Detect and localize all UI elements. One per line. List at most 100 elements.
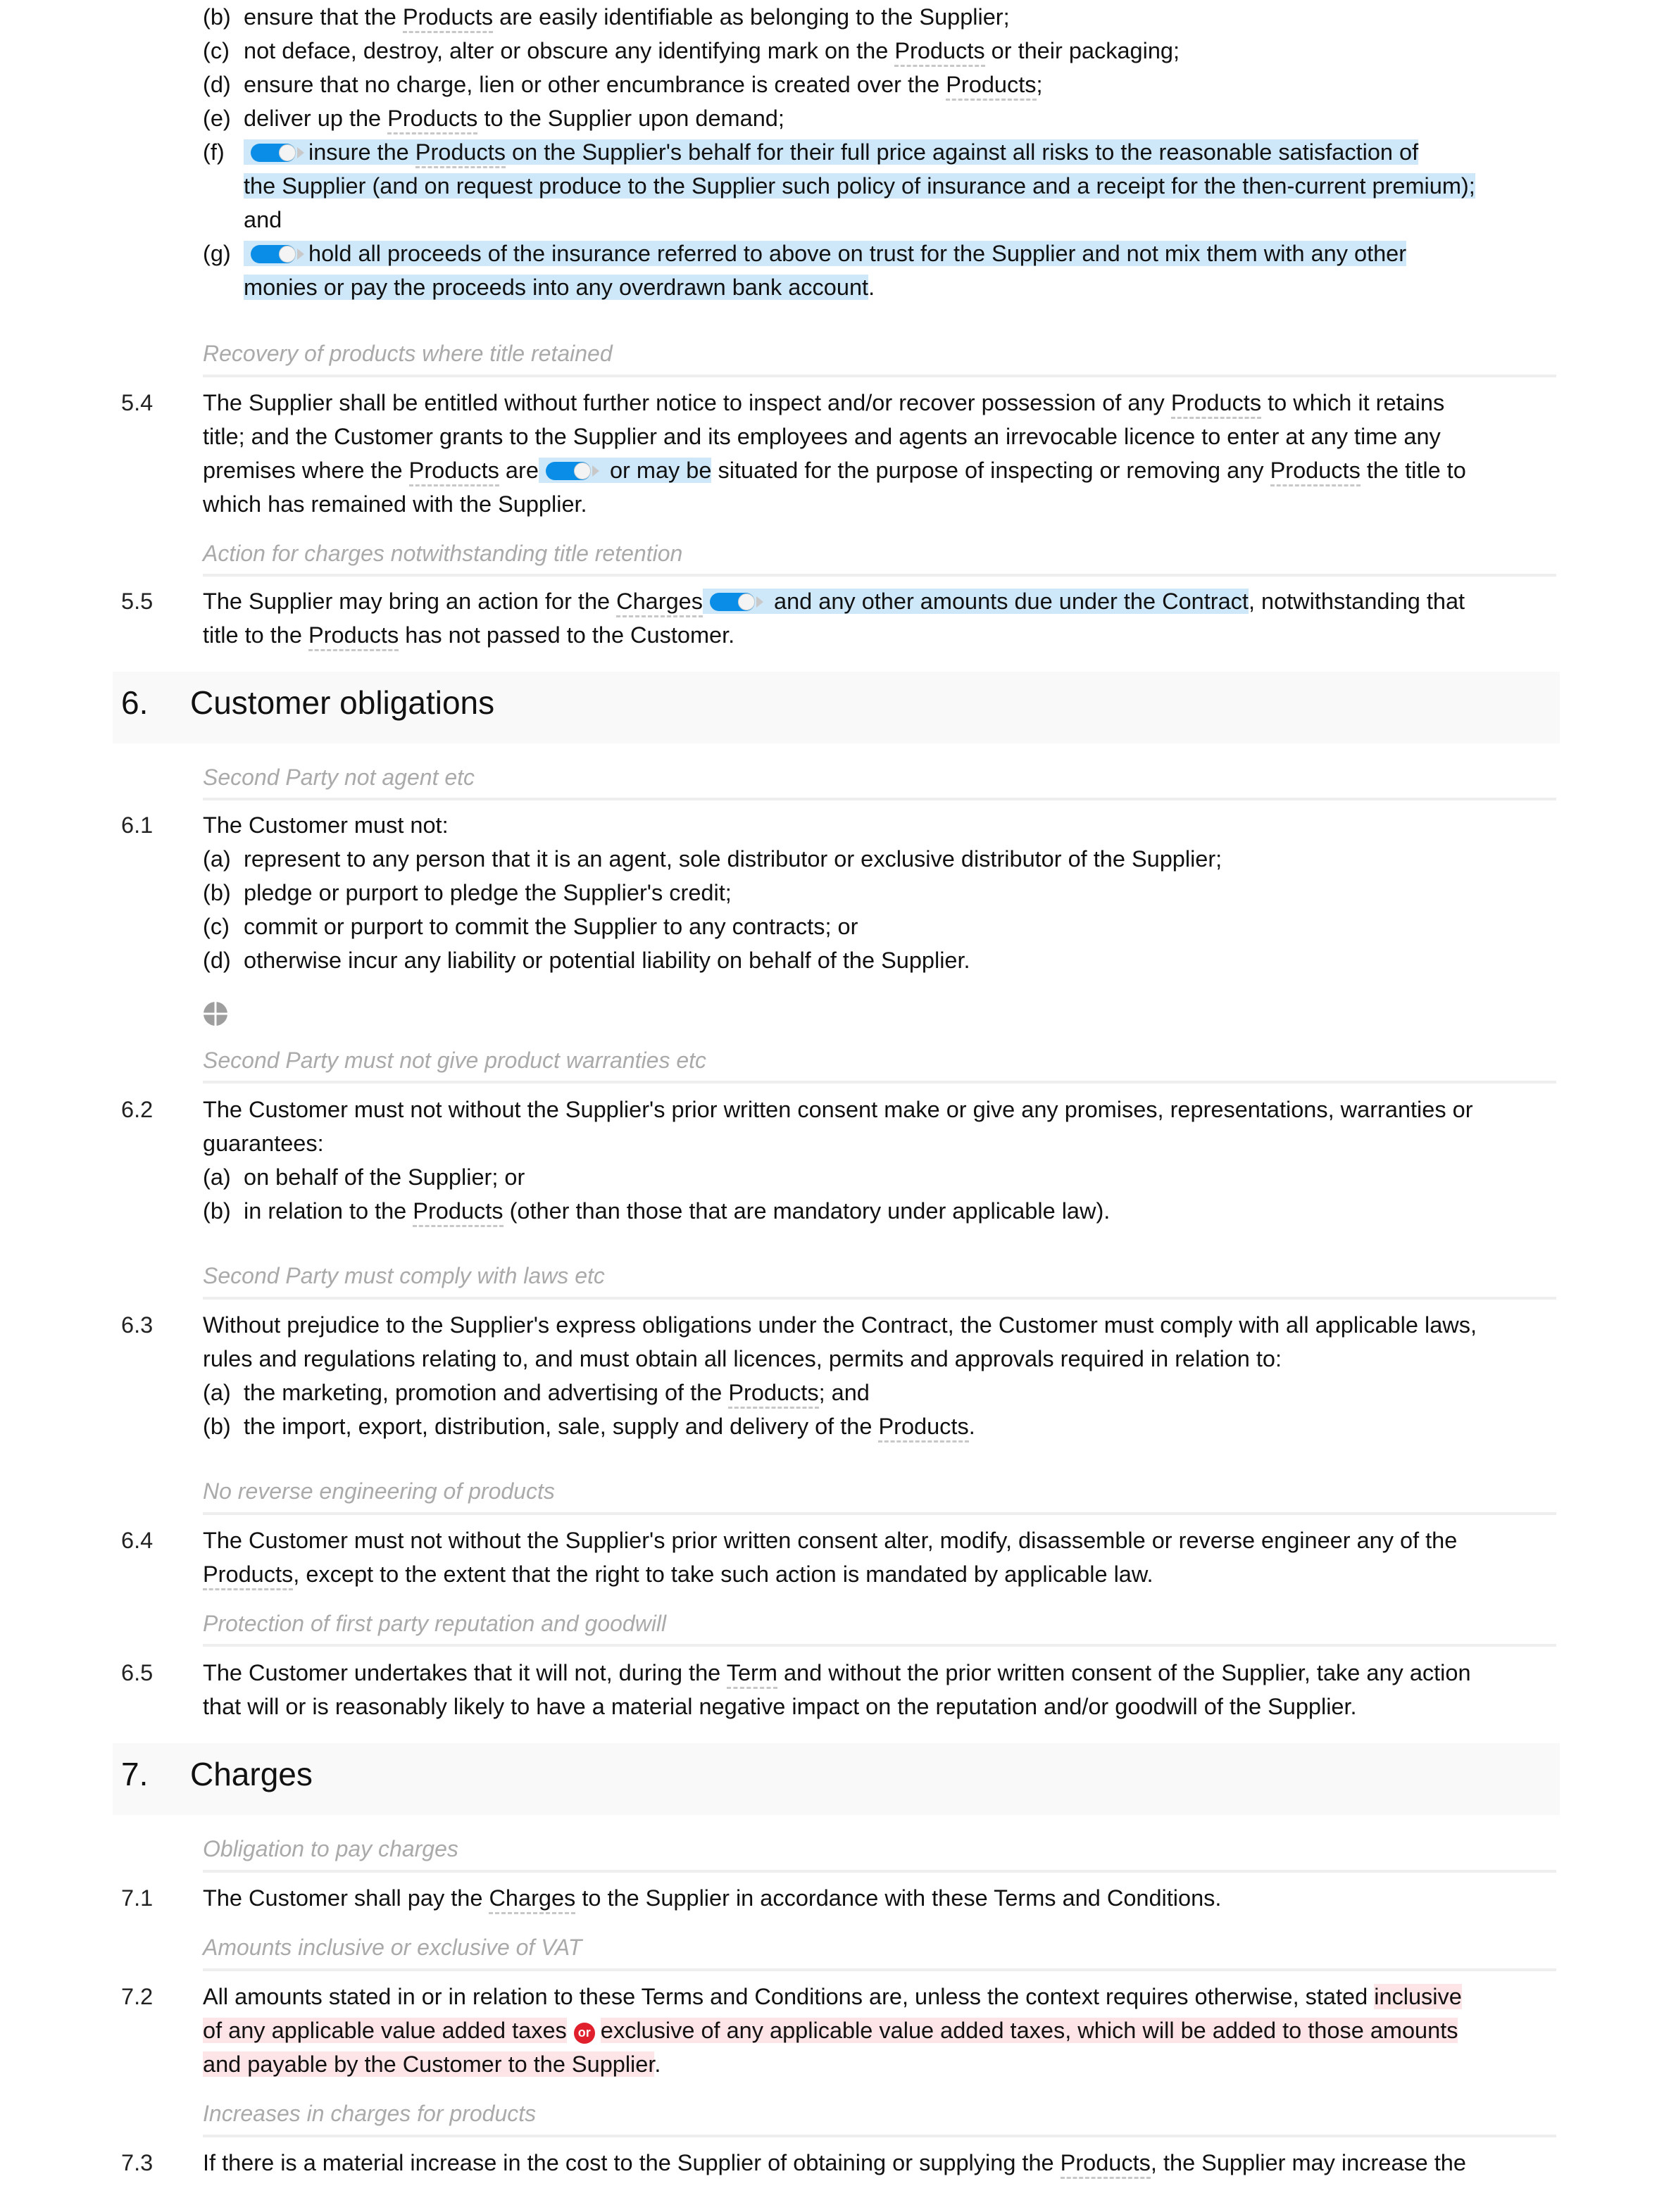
optional-text: and any other amounts due under the Cont… bbox=[702, 589, 1249, 614]
divider bbox=[203, 1512, 1556, 1515]
clause-number: 7.1 bbox=[121, 1885, 154, 1911]
divider bbox=[203, 1297, 1556, 1300]
divider bbox=[203, 1870, 1556, 1873]
clause-subheading: Recovery of products where title retaine… bbox=[203, 341, 613, 366]
list-item-5-3-g: (g) hold all proceeds of the insurance re… bbox=[203, 241, 1407, 266]
defined-term-products[interactable]: Products bbox=[408, 458, 499, 486]
divider bbox=[203, 574, 1556, 577]
clause-number: 5.5 bbox=[121, 589, 154, 614]
defined-term-products[interactable]: Products bbox=[308, 622, 399, 651]
defined-term-products[interactable]: Products bbox=[402, 4, 494, 33]
optional-text: hold all proceeds of the insurance refer… bbox=[244, 241, 1407, 266]
caret-right-icon bbox=[297, 147, 304, 158]
optional-clause-toggle[interactable] bbox=[545, 460, 602, 480]
clause-6-3-line1: Without prejudice to the Supplier's expr… bbox=[203, 1312, 1477, 1338]
list-item-5-3-g-line2: monies or pay the proceeds into any over… bbox=[244, 275, 875, 300]
clause-7-2-line2: of any applicable value added taxes or exc… bbox=[203, 2013, 1458, 2047]
defined-term-products[interactable]: Products bbox=[946, 72, 1037, 101]
divider bbox=[203, 1644, 1556, 1647]
clause-7-2-line3: and payable by the Customer to the Suppl… bbox=[203, 2051, 661, 2077]
list-item-5-3-e: (e) deliver up the Products to the Suppli… bbox=[203, 101, 784, 135]
alternative-text-1[interactable]: of any applicable value added taxes bbox=[203, 2018, 567, 2043]
defined-term-products[interactable]: Products bbox=[878, 1414, 969, 1443]
clause-5-5-line2: title to the Products has not passed to … bbox=[203, 618, 734, 652]
list-item: (a) represent to any person that it is an… bbox=[203, 846, 1222, 872]
clause-number: 7.3 bbox=[121, 2150, 154, 2175]
section-heading: 6. Customer obligations bbox=[113, 672, 1560, 743]
defined-term-products[interactable]: Products bbox=[1060, 2150, 1151, 2179]
clause-number: 6.3 bbox=[121, 1312, 154, 1338]
list-item-5-3-c: (c) not deface, destroy, alter or obscure… bbox=[203, 34, 1180, 68]
clause-number: 7.2 bbox=[121, 1984, 154, 2009]
clause-number: 6.1 bbox=[121, 812, 154, 838]
clause-5-4-line4: which has remained with the Supplier. bbox=[203, 491, 587, 517]
optional-clause-toggle[interactable] bbox=[251, 142, 307, 162]
clause-subheading: Obligation to pay charges bbox=[203, 1836, 458, 1861]
clause-5-5-line1: The Supplier may bring an action for the… bbox=[203, 584, 1465, 618]
defined-term-charges[interactable]: Charges bbox=[489, 1885, 576, 1914]
defined-term-products[interactable]: Products bbox=[387, 106, 478, 134]
alternative-text-2[interactable]: and payable by the Customer to the Suppl… bbox=[203, 2051, 655, 2077]
or-alternative-badge[interactable]: or bbox=[573, 2023, 595, 2044]
defined-term-products[interactable]: Products bbox=[1170, 390, 1262, 419]
section-title: Charges bbox=[190, 1756, 313, 1792]
optional-text: or may be bbox=[538, 458, 712, 483]
defined-term-products[interactable]: Products bbox=[415, 139, 506, 168]
clause-number: 6.2 bbox=[121, 1097, 154, 1122]
defined-term-products[interactable]: Products bbox=[1270, 458, 1361, 486]
optional-clause-toggle[interactable] bbox=[251, 244, 307, 263]
clause-subheading: Second Party must comply with laws etc bbox=[203, 1263, 605, 1288]
list-item: (b) pledge or purport to pledge the Suppl… bbox=[203, 880, 732, 905]
section-heading: 7. Charges bbox=[113, 1743, 1560, 1815]
clause-7-2-line1: All amounts stated in or in relation to … bbox=[203, 1984, 1462, 2009]
list-item: (b) in relation to the Products (other th… bbox=[203, 1194, 1110, 1228]
list-item: (a) on behalf of the Supplier; or bbox=[203, 1164, 525, 1190]
list-item: (b) the import, export, distribution, sal… bbox=[203, 1409, 975, 1443]
clause-6-4-line2: Products, except to the extent that the … bbox=[203, 1557, 1153, 1591]
divider bbox=[203, 1968, 1556, 1971]
optional-clause-toggle[interactable] bbox=[709, 591, 766, 611]
section-title: Customer obligations bbox=[190, 684, 495, 721]
clause-subheading: Protection of first party reputation and… bbox=[203, 1611, 667, 1636]
clause-subheading: No reverse engineering of products bbox=[203, 1478, 555, 1504]
list-item-5-3-f-line3: and bbox=[244, 207, 282, 232]
clause-6-2-line2: guarantees: bbox=[203, 1131, 324, 1156]
clause-subheading: Second Party not agent etc bbox=[203, 765, 475, 790]
clause-7-1-line1: The Customer shall pay the Charges to th… bbox=[203, 1881, 1221, 1915]
defined-term-term[interactable]: Term bbox=[726, 1660, 777, 1689]
divider bbox=[203, 1081, 1556, 1083]
caret-right-icon bbox=[592, 465, 599, 477]
clause-5-4-line1: The Supplier shall be entitled without f… bbox=[203, 386, 1444, 420]
defined-term-products[interactable]: Products bbox=[203, 1561, 294, 1590]
clause-5-4-line3: premises where the Products are or may b… bbox=[203, 453, 1466, 487]
clause-5-4-line2: title; and the Customer grants to the Su… bbox=[203, 424, 1441, 449]
toggle-knob bbox=[573, 463, 591, 479]
divider bbox=[203, 2135, 1556, 2137]
clause-number: 5.4 bbox=[121, 390, 154, 415]
clause-6-3-line2: rules and regulations relating to, and m… bbox=[203, 1346, 1282, 1371]
clause-6-5-line2: that will or is reasonably likely to hav… bbox=[203, 1694, 1357, 1719]
toggle-knob bbox=[737, 593, 755, 610]
clause-6-4-line1: The Customer must not without the Suppli… bbox=[203, 1528, 1458, 1553]
section-number: 7. bbox=[121, 1756, 149, 1792]
list-item-5-3-b: (b) ensure that the Products are easily i… bbox=[203, 0, 1010, 34]
defined-term-products[interactable]: Products bbox=[728, 1380, 819, 1409]
caret-right-icon bbox=[297, 249, 304, 260]
clause-number: 6.4 bbox=[121, 1528, 154, 1553]
clause-subheading: Action for charges notwithstanding title… bbox=[203, 541, 683, 566]
section-number: 6. bbox=[121, 684, 149, 721]
alternative-text-2[interactable]: exclusive of any applicable value added … bbox=[600, 2018, 1458, 2043]
optional-text: insure the Products on the Supplier's be… bbox=[244, 139, 1419, 168]
clause-6-2-line1: The Customer must not without the Suppli… bbox=[203, 1097, 1473, 1122]
toggle-knob bbox=[279, 246, 296, 263]
toggle-knob bbox=[279, 144, 296, 161]
clause-7-3-line1: If there is a material increase in the c… bbox=[203, 2146, 1466, 2180]
defined-term-charges[interactable]: Charges bbox=[616, 589, 703, 617]
move-handle-icon[interactable] bbox=[203, 1001, 228, 1026]
caret-right-icon bbox=[756, 596, 763, 608]
alternative-text-1[interactable]: inclusive bbox=[1374, 1984, 1462, 2009]
list-item-5-3-f-line2: the Supplier (and on request produce to … bbox=[244, 173, 1475, 199]
list-item-5-3-d: (d) ensure that no charge, lien or other … bbox=[203, 68, 1043, 101]
defined-term-products[interactable]: Products bbox=[894, 38, 985, 67]
defined-term-products[interactable]: Products bbox=[413, 1198, 504, 1227]
